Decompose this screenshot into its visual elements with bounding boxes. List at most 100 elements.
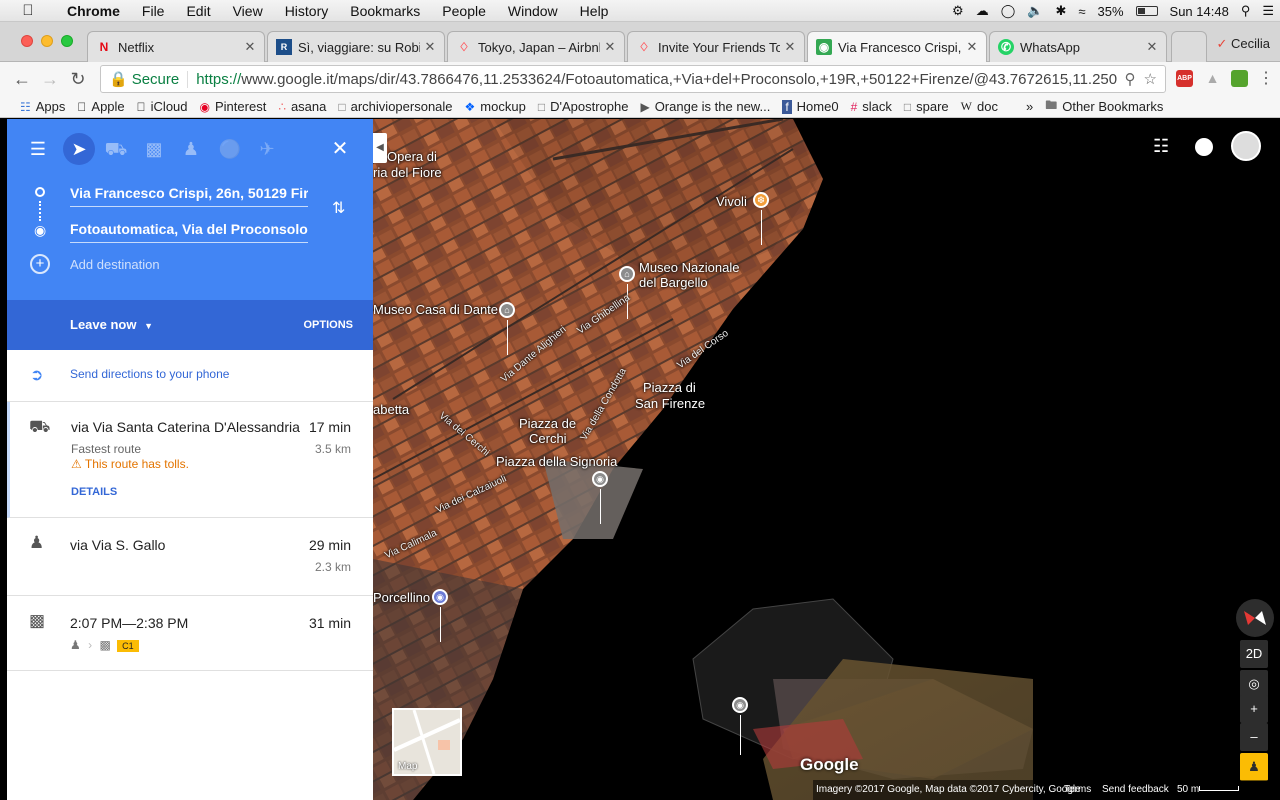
notification-center-icon[interactable]: ☰ [1262,3,1274,19]
close-directions-icon[interactable]: ✕ [324,133,356,165]
transit-mode-icon[interactable]: ▩ [138,133,170,165]
destination-input[interactable]: Fotoautomatica, Via del Proconsolo, 19R [70,221,308,243]
map-label[interactable]: Piazza di [643,380,696,395]
car-mode-icon[interactable]: ⛟ [100,133,132,165]
map-label[interactable]: San Firenze [635,396,705,411]
museum-icon[interactable]: ⌂ [499,302,515,318]
map-label[interactable]: abetta [373,402,409,417]
send-to-phone-row[interactable]: ➲ Send directions to your phone [7,350,373,402]
restaurant-icon[interactable]: ❆ [753,192,769,208]
bookmark-home0[interactable]: f Home0 [782,99,839,114]
new-tab-button[interactable] [1171,31,1207,62]
map-label[interactable]: Opera di [387,149,437,164]
add-destination-icon[interactable]: + [30,254,50,274]
tab-close-icon[interactable]: ✕ [424,39,436,55]
tab-robinson[interactable]: R Sì, viaggiare: su Robin ✕ [267,31,445,62]
map-label[interactable]: Porcellino [373,590,430,605]
menu-bookmarks[interactable]: Bookmarks [339,3,431,19]
bookmarks-overflow-icon[interactable]: » [1026,99,1033,114]
map-label[interactable]: Piazza de [519,416,576,431]
bookmark-icloud[interactable]: iCloud [137,99,188,114]
bookmark-doc[interactable]: Wdoc [961,99,998,114]
my-location-icon[interactable]: ◎ [1240,670,1268,698]
menu-history[interactable]: History [274,3,340,19]
compass-icon[interactable] [1236,599,1274,637]
bookmark-spare[interactable]: □ spare [904,99,949,114]
drive-extension-icon[interactable]: ▲ [1204,70,1221,87]
clock[interactable]: Sun 14:48 [1170,4,1229,19]
url-text[interactable]: https://www.google.it/maps/dir/43.786647… [196,71,1116,88]
walking-mode-icon[interactable]: ♟ [175,133,207,165]
notifications-icon[interactable] [1195,138,1213,156]
best-route-mode-icon[interactable]: ➤ [63,133,95,165]
map-label[interactable]: ria del Fiore [373,165,442,180]
forward-arrow-icon[interactable]: → [36,69,64,90]
leave-now-dropdown[interactable]: Leave now ▼ [70,317,153,332]
bluetooth-icon[interactable]: ✱ [1055,3,1066,19]
swap-directions-icon[interactable]: ⇅ [332,198,345,218]
menu-help[interactable]: Help [569,3,620,19]
add-destination-input[interactable]: Add destination [70,257,308,277]
spotlight-search-icon[interactable]: ⚲ [1241,3,1251,19]
menu-view[interactable]: View [222,3,274,19]
route-option-driving[interactable]: ⛟ via Via Santa Caterina D'Alessandria 1… [7,402,373,518]
menu-icon[interactable]: ☰ [22,133,54,165]
profile-name[interactable]: ✓ Cecilia [1216,36,1270,52]
send-feedback-link[interactable]: Send feedback [1102,784,1169,795]
origin-input[interactable]: Via Francesco Crispi, 26n, 50129 Firenze [70,185,308,207]
send-to-phone-link[interactable]: Send directions to your phone [70,367,229,381]
menu-edit[interactable]: Edit [175,3,221,19]
route-option-walking[interactable]: ♟ via Via S. Gallo 29 min 2.3 km [7,518,373,596]
zoom-in-button[interactable]: + [1240,695,1268,723]
bookmark-apps[interactable]: ☷ Apps [20,99,65,114]
map-label-vivoli[interactable]: Vivoli [716,194,747,209]
map-label[interactable]: Cerchi [529,431,567,446]
google-apps-icon[interactable]: ☷ [1153,136,1169,157]
tab-close-icon[interactable]: ✕ [966,39,978,55]
map-canvas[interactable]: Opera di ria del Fiore Vivoli ❆ Museo Na… [373,119,1280,800]
chrome-menu-icon[interactable]: ⋮ [1258,68,1274,88]
collapse-panel-button[interactable]: ◀ [373,133,387,163]
minimize-window-button[interactable] [41,35,53,47]
wifi-icon[interactable]: ≈ [1078,4,1085,19]
terms-link[interactable]: Terms [1064,784,1091,795]
bookmark-star-icon[interactable]: ☆ [1144,70,1157,88]
options-button[interactable]: OPTIONS [303,319,353,331]
tab-airbnb-tokyo[interactable]: ♢ Tokyo, Japan – Airbnb ✕ [447,31,625,62]
bookmark-pinterest[interactable]: ◉ Pinterest [200,99,267,114]
apple-menu-icon[interactable]:  [0,2,56,19]
reload-icon[interactable]: ↻ [64,69,92,90]
zoom-out-button[interactable]: – [1240,723,1268,751]
zoom-icon[interactable]: ⚲ [1125,70,1136,88]
menu-file[interactable]: File [131,3,176,19]
tab-netflix[interactable]: N Netflix ✕ [87,31,265,62]
tab-close-icon[interactable]: ✕ [604,39,616,55]
zoom-window-button[interactable] [61,35,73,47]
back-arrow-icon[interactable]: ← [8,69,36,90]
bookmark-slack[interactable]: # slack [851,99,892,114]
view-2d-button[interactable]: 2D [1240,640,1268,668]
evernote-extension-icon[interactable] [1231,70,1248,87]
bookmark-apple[interactable]: Apple [77,99,124,114]
details-link[interactable]: DETAILS [71,486,117,498]
menu-chrome[interactable]: Chrome [56,3,131,19]
creative-cloud-icon[interactable]: ☁ [976,3,989,19]
volume-icon[interactable]: 🔈 [1027,3,1043,19]
bookmark-mockup[interactable]: ❖ mockup [465,99,526,114]
bookmark-orange[interactable]: ▶ Orange is the new... [640,99,770,114]
bookmark-archiviopersonale[interactable]: □ archiviopersonale [338,99,452,114]
address-bar[interactable]: 🔒 Secure https://www.google.it/maps/dir/… [100,65,1166,93]
bookmark-asana[interactable]: ∴ asana [278,99,326,114]
other-bookmarks[interactable]: 🖿 Other Bookmarks [1045,96,1163,117]
pegman-icon[interactable]: ♟ [1240,753,1268,781]
shopping-cart-icon[interactable]: ◉ [432,589,448,605]
tab-close-icon[interactable]: ✕ [244,39,256,55]
map-label[interactable]: del Bargello [639,275,708,290]
menu-window[interactable]: Window [497,3,569,19]
tab-close-icon[interactable]: ✕ [784,39,796,55]
battery-percent[interactable]: 35% [1098,4,1124,19]
adblock-plus-icon[interactable]: ABP [1176,70,1193,87]
bicycle-mode-icon[interactable]: ⚪ [214,133,246,165]
close-window-button[interactable] [21,35,33,47]
avatar[interactable] [1231,131,1261,161]
